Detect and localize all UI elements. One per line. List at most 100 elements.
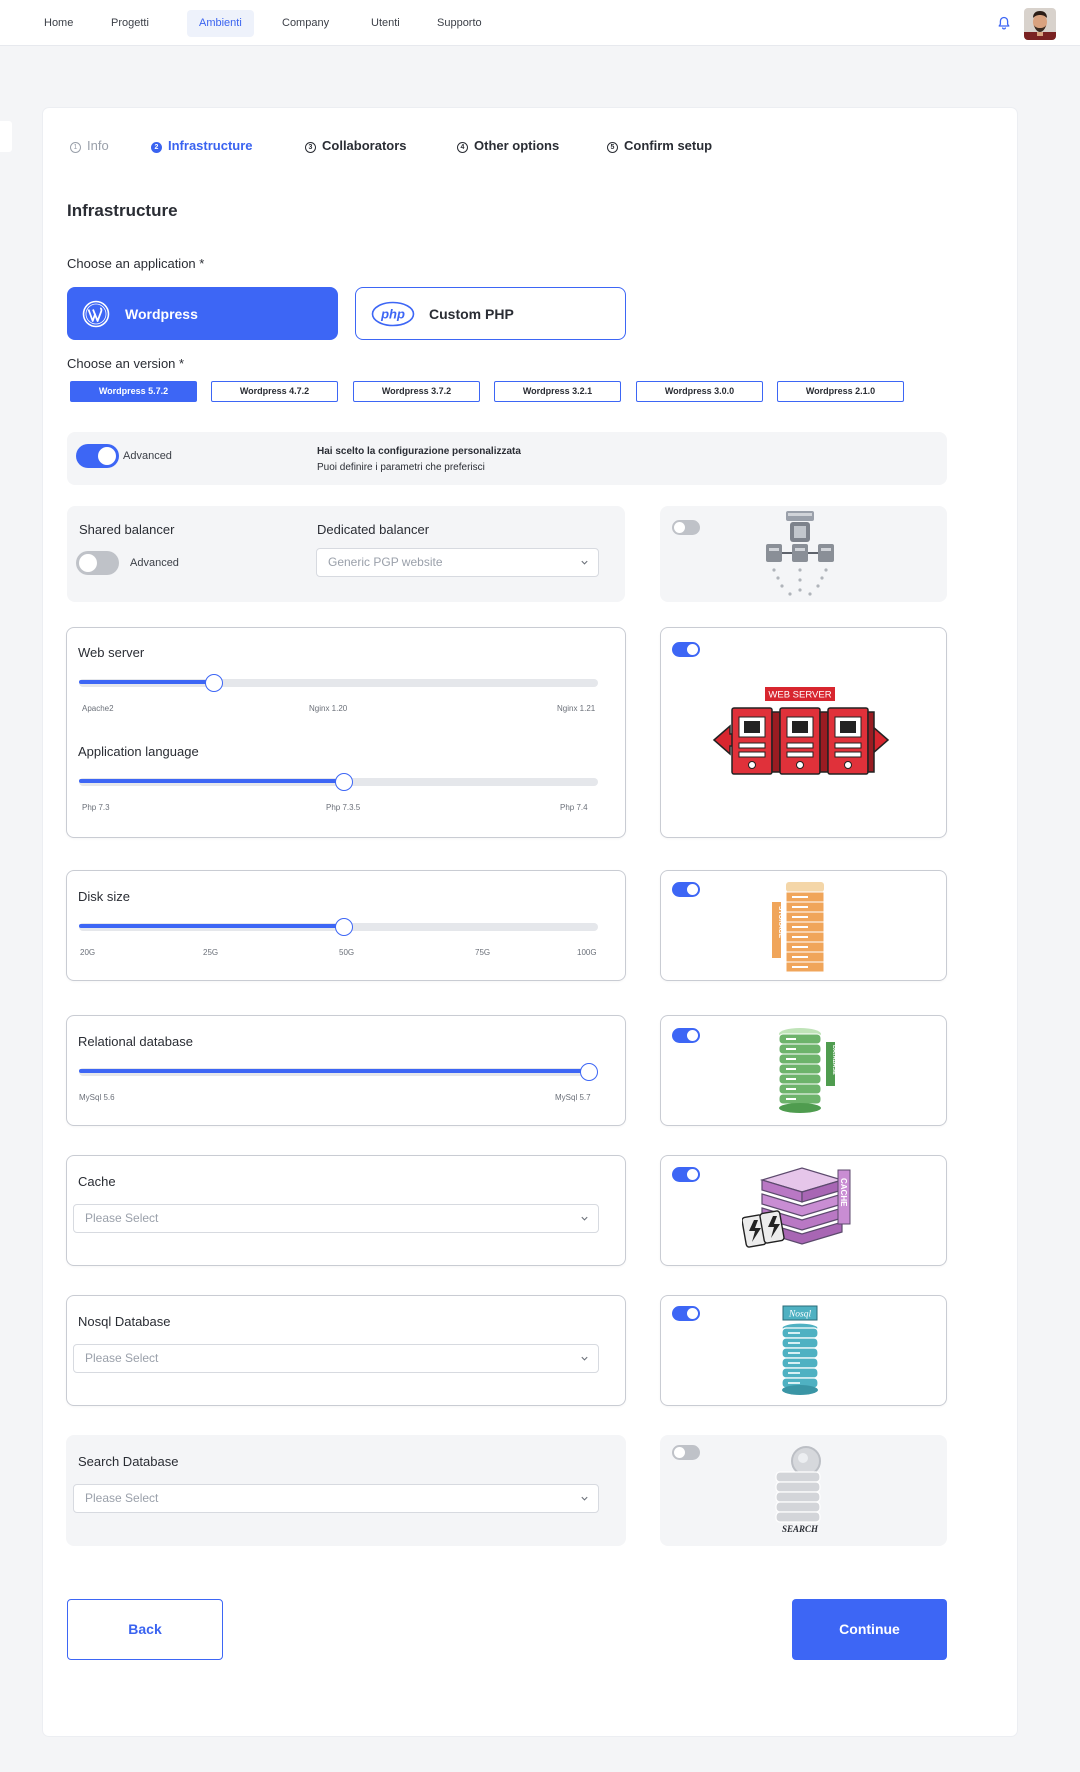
disk-toggle[interactable] xyxy=(672,882,700,897)
version-option-5-7-2[interactable]: Wordpress 5.7.2 xyxy=(70,381,197,402)
chevron-down-icon xyxy=(581,1216,588,1221)
notice-title: Hai scelto la configurazione personalizz… xyxy=(317,446,521,457)
cache-icon: CACHE xyxy=(742,1167,851,1248)
disk-size-slider-fill xyxy=(79,924,344,928)
cache-select[interactable]: Please Select xyxy=(73,1204,599,1233)
cache-illustration-text: CACHE xyxy=(839,1178,848,1207)
web-server-tick: Nginx 1.20 xyxy=(309,704,348,713)
application-language-slider-fill xyxy=(79,779,344,783)
disk-size-tick: 75G xyxy=(475,948,491,957)
nosql-database-icon: Nosql xyxy=(781,1305,819,1395)
nav-company[interactable]: Company xyxy=(270,10,341,37)
version-option-3-7-2[interactable]: Wordpress 3.7.2 xyxy=(353,381,480,402)
custom-php-button[interactable]: php Custom PHP xyxy=(355,287,626,340)
disk-size-slider-thumb[interactable] xyxy=(334,918,353,936)
web-server-tick: Apache2 xyxy=(82,704,114,713)
relational-database-label: Relational database xyxy=(78,1034,193,1049)
storage-icon: STORAGE xyxy=(772,882,825,973)
advanced-toggle[interactable] xyxy=(76,444,119,468)
application-language-slider-thumb[interactable] xyxy=(334,773,353,791)
cache-label: Cache xyxy=(78,1174,116,1189)
search-database-label: Search Database xyxy=(78,1454,179,1469)
shared-balancer-label: Shared balancer xyxy=(79,522,175,537)
load-balancer-icon xyxy=(766,511,834,596)
php-icon: php xyxy=(371,301,415,326)
application-language-tick: Php 7.4 xyxy=(560,803,588,812)
application-language-tick: Php 7.3.5 xyxy=(326,803,361,812)
nosql-illustration-text: Nosql xyxy=(788,1310,812,1320)
relational-database-slider-fill xyxy=(79,1069,589,1073)
advanced-toggle-label: Advanced xyxy=(123,450,172,462)
nav-supporto[interactable]: Supporto xyxy=(425,10,494,37)
back-button[interactable]: Back xyxy=(67,1599,223,1660)
chevron-down-icon xyxy=(581,1356,588,1361)
relational-database-slider[interactable] xyxy=(79,1060,598,1084)
version-option-3-0-0[interactable]: Wordpress 3.0.0 xyxy=(636,381,763,402)
version-option-2-1-0[interactable]: Wordpress 2.1.0 xyxy=(777,381,904,402)
nav-ambienti[interactable]: Ambienti xyxy=(187,10,254,37)
application-language-tick: Php 7.3 xyxy=(82,803,110,812)
relational-database-tick: MySql 5.7 xyxy=(555,1093,591,1102)
relational-database-illustration-text: DATABASE xyxy=(831,1045,837,1075)
web-server-icon: WEB SERVER xyxy=(712,687,890,775)
web-server-tick: Nginx 1.21 xyxy=(557,704,596,713)
relational-database-tick: MySql 5.6 xyxy=(79,1093,115,1102)
disk-size-label: Disk size xyxy=(78,889,131,904)
continue-button[interactable]: Continue xyxy=(792,1599,947,1660)
balancer-advanced-toggle[interactable] xyxy=(76,551,119,575)
application-label: Choose an application * xyxy=(67,256,205,271)
nosql-label: Nosql Database xyxy=(78,1314,171,1329)
step-info[interactable]: 1 Info xyxy=(70,138,109,153)
balancer-toggle-label: Advanced xyxy=(130,557,179,569)
step-other-options[interactable]: 4 Other options xyxy=(457,138,559,153)
bell-icon[interactable] xyxy=(996,15,1012,31)
balancer-illustration-toggle[interactable] xyxy=(672,520,700,535)
cache-toggle[interactable] xyxy=(672,1167,700,1182)
chevron-down-icon xyxy=(581,1496,588,1501)
dedicated-balancer-select[interactable]: Generic PGP website xyxy=(316,548,599,577)
web-server-label: Web server xyxy=(78,645,145,660)
top-navigation: Home Progetti Ambienti Company Utenti Su… xyxy=(0,0,1080,46)
step-collaborators[interactable]: 3 Collaborators xyxy=(305,138,407,153)
disk-size-slider[interactable] xyxy=(79,915,598,939)
chevron-down-icon xyxy=(581,560,588,565)
step-confirm-setup[interactable]: 5 Confirm setup xyxy=(607,138,712,153)
nosql-toggle[interactable] xyxy=(672,1306,700,1321)
application-language-label: Application language xyxy=(78,744,199,759)
relational-database-slider-thumb[interactable] xyxy=(580,1063,598,1081)
version-label: Choose an version * xyxy=(67,356,185,371)
search-database-icon: SEARCH xyxy=(775,1446,821,1534)
side-tab xyxy=(0,121,12,152)
search-database-select[interactable]: Please Select xyxy=(73,1484,599,1513)
disk-size-tick: 100G xyxy=(577,948,597,957)
search-toggle[interactable] xyxy=(672,1445,700,1460)
wordpress-button[interactable]: Wordpress xyxy=(67,287,338,340)
relational-database-toggle[interactable] xyxy=(672,1028,700,1043)
svg-text:php: php xyxy=(380,306,405,321)
web-server-slider[interactable] xyxy=(79,671,598,695)
advanced-panel xyxy=(67,432,947,485)
notice-subtitle: Puoi definire i parametri che preferisci xyxy=(317,462,485,473)
nav-progetti[interactable]: Progetti xyxy=(99,10,161,37)
disk-size-tick: 25G xyxy=(203,948,219,957)
nav-utenti[interactable]: Utenti xyxy=(359,10,412,37)
web-server-slider-thumb[interactable] xyxy=(204,674,223,692)
page-title: Infrastructure xyxy=(67,201,178,220)
nav-home[interactable]: Home xyxy=(32,10,85,37)
search-illustration-text: SEARCH xyxy=(782,1524,819,1534)
disk-size-tick: 20G xyxy=(80,948,96,957)
wordpress-icon xyxy=(82,300,110,327)
version-option-4-7-2[interactable]: Wordpress 4.7.2 xyxy=(211,381,338,402)
disk-size-tick: 50G xyxy=(339,948,355,957)
version-option-3-2-1[interactable]: Wordpress 3.2.1 xyxy=(494,381,621,402)
dedicated-balancer-label: Dedicated balancer xyxy=(317,522,430,537)
web-server-illustration-text: WEB SERVER xyxy=(768,690,831,701)
user-avatar[interactable] xyxy=(1024,8,1056,40)
database-icon: DATABASE xyxy=(778,1028,837,1113)
step-infrastructure[interactable]: 2 Infrastructure xyxy=(151,138,253,153)
disk-illustration-text: STORAGE xyxy=(777,906,784,939)
web-server-slider-fill xyxy=(79,680,214,684)
nosql-select[interactable]: Please Select xyxy=(73,1344,599,1373)
web-server-toggle[interactable] xyxy=(672,642,700,657)
application-language-slider[interactable] xyxy=(79,770,598,794)
